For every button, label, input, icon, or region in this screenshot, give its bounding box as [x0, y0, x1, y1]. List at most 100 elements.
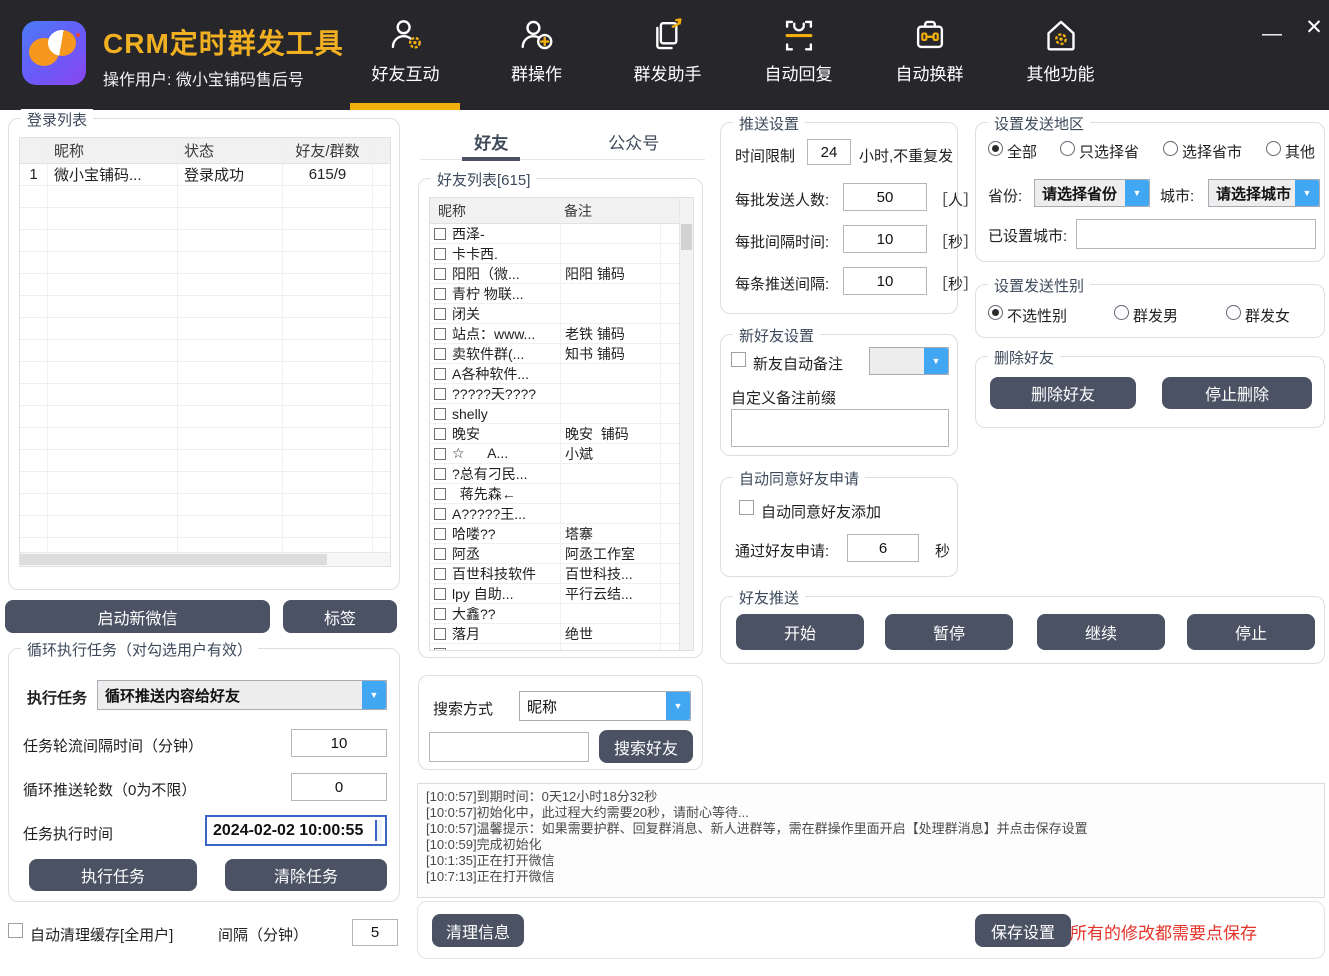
friend-checkbox[interactable] [434, 268, 446, 280]
friend-row[interactable] [430, 644, 693, 651]
friend-row[interactable]: 哈喽??塔寨 [430, 524, 693, 544]
msg-interval-input[interactable]: 10 [843, 267, 927, 295]
cache-interval-input[interactable]: 5 [352, 919, 398, 946]
time-limit-input[interactable]: 24 [807, 139, 851, 165]
stop-delete-button[interactable]: 停止删除 [1162, 377, 1312, 409]
auto-clear-cache-checkbox[interactable] [8, 923, 23, 938]
nav-friend-interaction[interactable]: 好友互动 [340, 0, 471, 110]
friend-checkbox[interactable] [434, 568, 446, 580]
chevron-down-icon[interactable]: ▼ [1125, 180, 1149, 206]
friend-row[interactable]: ?????天???? [430, 384, 693, 404]
scrollbar-thumb[interactable] [681, 224, 692, 250]
friend-checkbox[interactable] [434, 608, 446, 620]
rounds-input[interactable]: 0 [291, 773, 387, 801]
chevron-down-icon[interactable]: ▼ [1295, 180, 1319, 206]
nav-group-operation[interactable]: 群操作 [471, 0, 602, 110]
friend-checkbox[interactable] [434, 248, 446, 260]
save-settings-button[interactable]: 保存设置 [975, 914, 1071, 947]
friend-row[interactable]: shelly [430, 404, 693, 424]
friend-row[interactable]: 闭关 [430, 304, 693, 324]
login-row-empty[interactable] [20, 450, 390, 472]
friend-row[interactable]: 大鑫?? [430, 604, 693, 624]
friend-row[interactable]: 蒋先森← [430, 484, 693, 504]
friend-checkbox[interactable] [434, 288, 446, 300]
tab-friends[interactable]: 好友 [420, 124, 563, 159]
login-row-empty[interactable] [20, 296, 390, 318]
friend-row[interactable]: 青柠 物联... [430, 284, 693, 304]
friend-checkbox[interactable] [434, 408, 446, 420]
search-mode-select[interactable]: 昵称 ▼ [519, 691, 691, 721]
friend-vertical-scrollbar[interactable] [679, 198, 693, 650]
login-row-empty[interactable] [20, 318, 390, 340]
tag-button[interactable]: 标签 [283, 600, 397, 633]
friend-checkbox[interactable] [434, 648, 446, 652]
login-row[interactable]: 1 微小宝铺码... 登录成功 615/9 [20, 164, 390, 186]
start-new-wechat-button[interactable]: 启动新微信 [5, 600, 270, 633]
login-row-empty[interactable] [20, 362, 390, 384]
run-task-button[interactable]: 执行任务 [29, 859, 197, 891]
region-radio-province-city[interactable] [1163, 141, 1178, 156]
friend-row[interactable]: A?????王... [430, 504, 693, 524]
scrollbar-thumb[interactable] [20, 554, 327, 565]
login-row-empty[interactable] [20, 428, 390, 450]
tab-official-accounts[interactable]: 公众号 [563, 124, 706, 159]
city-select[interactable]: 请选择城市 ▼ [1208, 179, 1320, 207]
login-row-empty[interactable] [20, 252, 390, 274]
friend-row[interactable]: 百世科技软件百世科技... [430, 564, 693, 584]
login-row-empty[interactable] [20, 230, 390, 252]
region-radio-all[interactable] [988, 141, 1003, 156]
chevron-down-icon[interactable]: ▼ [666, 692, 690, 720]
pass-request-input[interactable]: 6 [847, 534, 919, 562]
search-input[interactable] [429, 732, 589, 762]
friend-checkbox[interactable] [434, 488, 446, 500]
friend-row[interactable]: ?总有刁民... [430, 464, 693, 484]
province-select[interactable]: 请选择省份 ▼ [1034, 179, 1150, 207]
friend-checkbox[interactable] [434, 628, 446, 640]
chevron-down-icon[interactable]: ▼ [924, 348, 948, 374]
friend-checkbox[interactable] [434, 388, 446, 400]
region-radio-other[interactable] [1266, 141, 1281, 156]
login-row-empty[interactable] [20, 340, 390, 362]
friend-row[interactable]: 卡卡西. [430, 244, 693, 264]
gender-radio-female[interactable] [1226, 305, 1241, 320]
push-continue-button[interactable]: 继续 [1037, 614, 1165, 650]
friend-row[interactable]: ☆ A...小斌 [430, 444, 693, 464]
friend-checkbox[interactable] [434, 588, 446, 600]
exec-time-input[interactable]: 2024-02-02 10:00:55 [205, 815, 387, 846]
login-row-empty[interactable] [20, 208, 390, 230]
friend-checkbox[interactable] [434, 428, 446, 440]
login-row-empty[interactable] [20, 472, 390, 494]
friend-checkbox[interactable] [434, 548, 446, 560]
search-friend-button[interactable]: 搜索好友 [599, 730, 693, 763]
friend-row[interactable]: 卖软件群(...知书 铺码 [430, 344, 693, 364]
nav-mass-send-assistant[interactable]: 群发助手 [602, 0, 733, 110]
nav-other-functions[interactable]: 其他功能 [995, 0, 1126, 110]
friend-checkbox[interactable] [434, 328, 446, 340]
friend-checkbox[interactable] [434, 528, 446, 540]
friend-checkbox[interactable] [434, 348, 446, 360]
friend-row[interactable]: A各种软件... [430, 364, 693, 384]
clear-task-button[interactable]: 清除任务 [225, 859, 387, 891]
login-row-empty[interactable] [20, 186, 390, 208]
friend-row[interactable]: 落月绝世 [430, 624, 693, 644]
login-row-empty[interactable] [20, 406, 390, 428]
login-row-empty[interactable] [20, 384, 390, 406]
region-radio-province-only[interactable] [1060, 141, 1075, 156]
clear-info-button[interactable]: 清理信息 [432, 914, 524, 947]
auto-remark-checkbox[interactable] [731, 352, 746, 367]
friend-checkbox[interactable] [434, 368, 446, 380]
friend-checkbox[interactable] [434, 228, 446, 240]
auto-remark-select[interactable]: ▼ [869, 347, 949, 375]
prefix-input[interactable] [731, 409, 949, 447]
login-row-empty[interactable] [20, 494, 390, 516]
chevron-down-icon[interactable]: ▼ [362, 681, 386, 709]
nav-auto-change-group[interactable]: 自动换群 [864, 0, 995, 110]
nav-auto-reply[interactable]: 自动回复 [733, 0, 864, 110]
friend-checkbox[interactable] [434, 308, 446, 320]
friend-checkbox[interactable] [434, 468, 446, 480]
friend-row[interactable]: 站点：www...老铁 铺码 [430, 324, 693, 344]
login-row-empty[interactable] [20, 274, 390, 296]
friend-checkbox[interactable] [434, 448, 446, 460]
interval-input[interactable]: 10 [291, 729, 387, 757]
batch-interval-input[interactable]: 10 [843, 225, 927, 253]
